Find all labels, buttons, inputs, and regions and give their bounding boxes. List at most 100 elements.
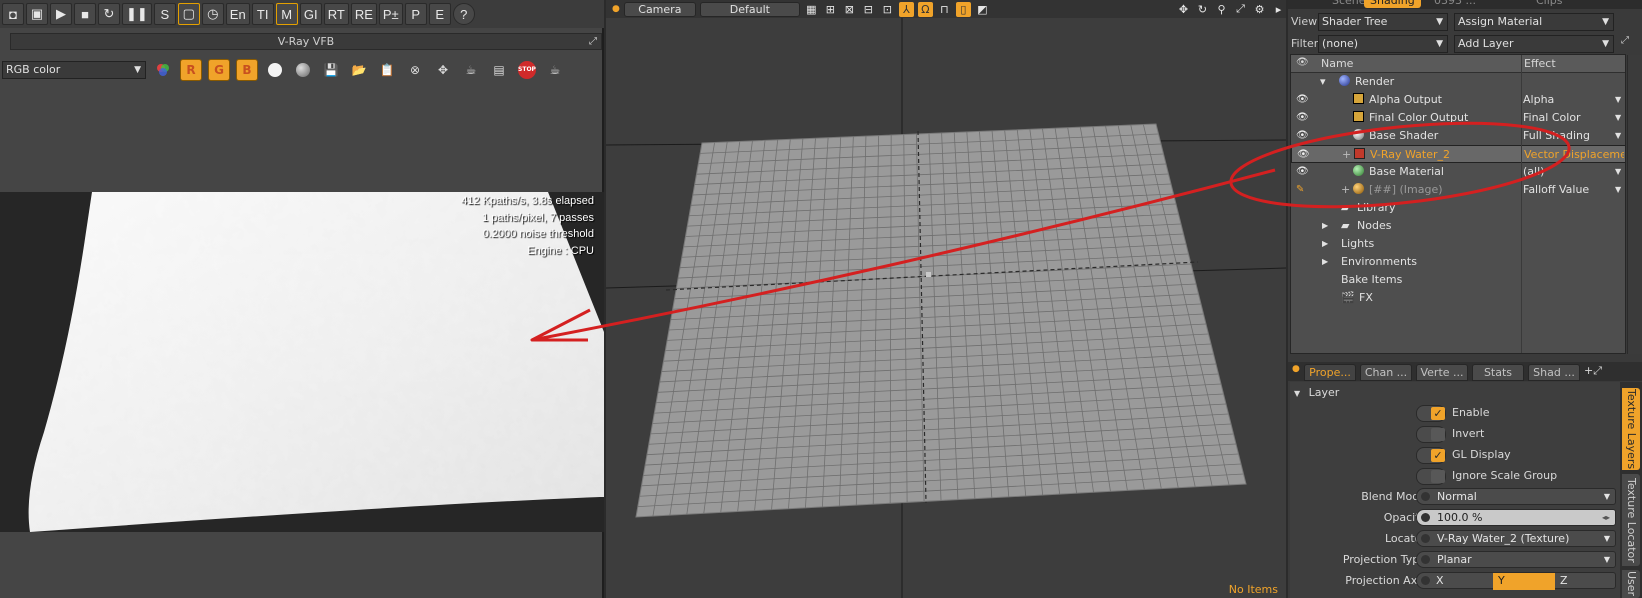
blend-mode-select[interactable]: Normal ▼ (1416, 488, 1616, 505)
clear-image-icon[interactable]: ⊗ (404, 59, 426, 81)
column-effect[interactable]: Effect (1524, 57, 1556, 70)
chevron-down-icon[interactable]: ▼ (1615, 181, 1621, 199)
tree-row-image[interactable]: ✎ + [##] (Image) Falloff Value ▼ (1291, 181, 1625, 199)
tree-row-environments[interactable]: ▶ Environments (1291, 253, 1625, 271)
chevron-down-icon[interactable]: ▼ (1615, 91, 1621, 109)
tree-row-base-material[interactable]: 👁 Base Material (all) ▼ (1291, 163, 1625, 181)
tab-stats[interactable]: Stats (1472, 364, 1524, 381)
projection-type-select[interactable]: Planar ▼ (1416, 551, 1616, 568)
tree-row-library[interactable]: ▰ Library (1291, 199, 1625, 217)
save-image-icon[interactable]: 💾 (320, 59, 342, 81)
tab-user[interactable]: User (1622, 570, 1640, 598)
expand-panel-icon[interactable]: ⤢ (1621, 35, 1635, 51)
invert-checkbox[interactable] (1416, 426, 1446, 443)
channel-select[interactable]: RGB color ▼ (2, 61, 146, 79)
tree-row-alpha-output[interactable]: 👁 Alpha Output Alpha ▼ (1291, 91, 1625, 109)
expand-plus-icon[interactable]: + (1341, 181, 1350, 199)
locator-select[interactable]: V-Ray Water_2 (Texture) ▼ (1416, 530, 1616, 547)
help-button[interactable]: ? (452, 3, 475, 25)
toolbar-button-e[interactable]: E (428, 3, 451, 25)
tab-texture-layers[interactable]: Texture Layers (1622, 388, 1640, 470)
tab-0393[interactable]: 0393 ... (1428, 0, 1482, 8)
toolbar-button-pplus[interactable]: P± (378, 3, 403, 25)
panel-menu-icon[interactable]: ● (1292, 364, 1300, 374)
add-layer-button[interactable]: Add Layer ▼ (1454, 35, 1614, 53)
tab-shader[interactable]: Shad ... (1528, 364, 1580, 381)
toolbar-button-gi[interactable]: GI (299, 3, 322, 25)
blue-channel-button[interactable]: B (236, 59, 258, 81)
assign-material-button[interactable]: Assign Material ▼ (1454, 13, 1614, 31)
expand-arrow-icon[interactable]: ▾ (1320, 73, 1326, 91)
stop-icon[interactable]: ■ (74, 3, 96, 25)
eye-icon[interactable]: 👁 (1296, 109, 1309, 127)
clipboard-icon[interactable]: 📋 (376, 59, 398, 81)
axis-y-button[interactable]: Y (1493, 573, 1555, 590)
pause-icon[interactable]: ❚❚ (122, 3, 152, 25)
chevron-down-icon[interactable]: ▼ (1615, 127, 1621, 145)
eye-icon[interactable]: 👁 (1296, 127, 1309, 145)
expand-arrow-icon[interactable]: ▶ (1322, 253, 1328, 271)
play-icon[interactable]: ▶ (50, 3, 72, 25)
expand-icon[interactable]: ⤢ (589, 34, 597, 49)
column-name[interactable]: Name (1321, 57, 1353, 70)
tree-row-nodes[interactable]: ▶ ▰ Nodes (1291, 217, 1625, 235)
toolbar-button-m[interactable]: M (275, 3, 298, 25)
toolbar-button-re[interactable]: RE (350, 3, 377, 25)
track-mouse-icon[interactable]: ◷ (201, 3, 224, 25)
tab-properties[interactable]: Prope... (1304, 364, 1356, 381)
expand-plus-icon[interactable]: + (1342, 146, 1351, 164)
slider-arrows-icon[interactable]: ◂▸ (1602, 510, 1610, 525)
axis-z-button[interactable]: Z (1555, 573, 1615, 590)
toolbar-button-p[interactable]: P (404, 3, 427, 25)
tree-row-lights[interactable]: ▶ Lights (1291, 235, 1625, 253)
refresh-icon[interactable]: ↻ (98, 3, 120, 25)
color-channels-icon[interactable] (152, 59, 174, 81)
tree-row-final-color-output[interactable]: 👁 Final Color Output Final Color ▼ (1291, 109, 1625, 127)
toolbar-button-en[interactable]: En (225, 3, 250, 25)
opacity-field[interactable]: 100.0 % ◂▸ (1416, 509, 1616, 526)
follow-mouse-icon[interactable]: ✥ (432, 59, 454, 81)
filter-select[interactable]: (none) ▼ (1318, 35, 1448, 53)
red-channel-button[interactable]: R (180, 59, 202, 81)
axis-x-button[interactable]: X (1431, 573, 1493, 590)
chevron-down-icon[interactable]: ▼ (1615, 163, 1621, 181)
tree-row-bake-items[interactable]: Bake Items (1291, 271, 1625, 289)
tab-vertex[interactable]: Verte ... (1416, 364, 1468, 381)
toolbar-button-s[interactable]: S (153, 3, 176, 25)
region-render-icon[interactable]: ▢ (177, 3, 200, 25)
render-window-icon[interactable]: ▣ (26, 3, 48, 25)
expand-arrow-icon[interactable]: ▶ (1322, 217, 1328, 235)
gl-display-checkbox[interactable]: ✓ (1416, 447, 1446, 464)
white-ball-icon[interactable] (264, 59, 286, 81)
paint-brush-icon[interactable]: ✎ (1296, 181, 1304, 199)
render-settings-icon[interactable]: ◘ (2, 3, 24, 25)
eye-icon[interactable]: 👁 (1296, 91, 1309, 109)
add-tab-icon[interactable]: +⤢ (1584, 364, 1602, 378)
teapot-render-icon[interactable]: ☕ (460, 59, 482, 81)
toolbar-button-rt[interactable]: RT (323, 3, 349, 25)
green-channel-button[interactable]: G (208, 59, 230, 81)
chevron-down-icon[interactable]: ▼ (1615, 109, 1621, 127)
view-select[interactable]: Shader Tree ▼ (1318, 13, 1448, 31)
eye-icon[interactable]: 👁 (1296, 163, 1309, 181)
tab-texture-locator[interactable]: Texture Locator (1622, 474, 1640, 566)
show-log-icon[interactable]: ▤ (488, 59, 510, 81)
enable-checkbox[interactable]: ✓ (1416, 405, 1446, 422)
tab-channels[interactable]: Chan ... (1360, 364, 1412, 381)
tree-row-fx[interactable]: 🎬 FX (1291, 289, 1625, 307)
toolbar-button-ti[interactable]: TI (251, 3, 274, 25)
tab-shading[interactable]: Shading (1364, 0, 1421, 8)
collapse-icon[interactable]: ▼ (1294, 389, 1300, 398)
layer-section-header[interactable]: ▼ Layer (1294, 384, 1624, 402)
eye-icon[interactable]: 👁 (1297, 146, 1310, 164)
3d-viewport[interactable]: ● Camera Default ▦ ⊞ ⊠ ⊟ ⊡ ⅄ Ω ⊓ ▯ ◩ ✥ ↻… (606, 0, 1286, 598)
tree-row-render[interactable]: ▾ Render (1291, 73, 1625, 91)
stop-render-icon[interactable]: STOP (516, 59, 538, 81)
gray-ball-icon[interactable] (292, 59, 314, 81)
start-render-teapot-icon[interactable]: ☕ (544, 59, 566, 81)
tree-row-vray-water[interactable]: 👁 + V-Ray Water_2 Vector Displaceme... (1291, 145, 1625, 164)
open-folder-icon[interactable]: 📂 (348, 59, 370, 81)
tree-scrollbar[interactable] (1627, 55, 1642, 354)
tree-row-base-shader[interactable]: 👁 Base Shader Full Shading ▼ (1291, 127, 1625, 145)
ignore-scale-checkbox[interactable] (1416, 468, 1446, 485)
